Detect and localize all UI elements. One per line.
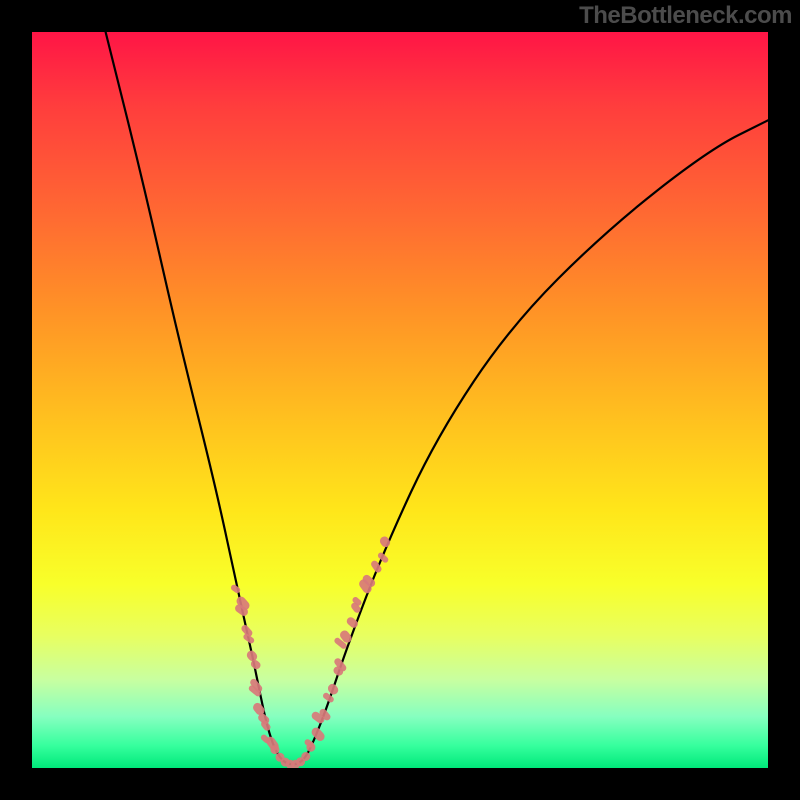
dot [301, 752, 310, 761]
dot [310, 726, 327, 743]
dot [270, 745, 279, 754]
curve-svg [32, 32, 768, 768]
bottleneck-curve-path [106, 32, 768, 764]
dotted-left [230, 584, 316, 768]
dot [230, 584, 242, 595]
dotted-right [303, 535, 391, 749]
watermark-text: TheBottleneck.com [579, 2, 792, 30]
plot-area [32, 32, 768, 768]
chart-frame: TheBottleneck.com [0, 0, 800, 800]
